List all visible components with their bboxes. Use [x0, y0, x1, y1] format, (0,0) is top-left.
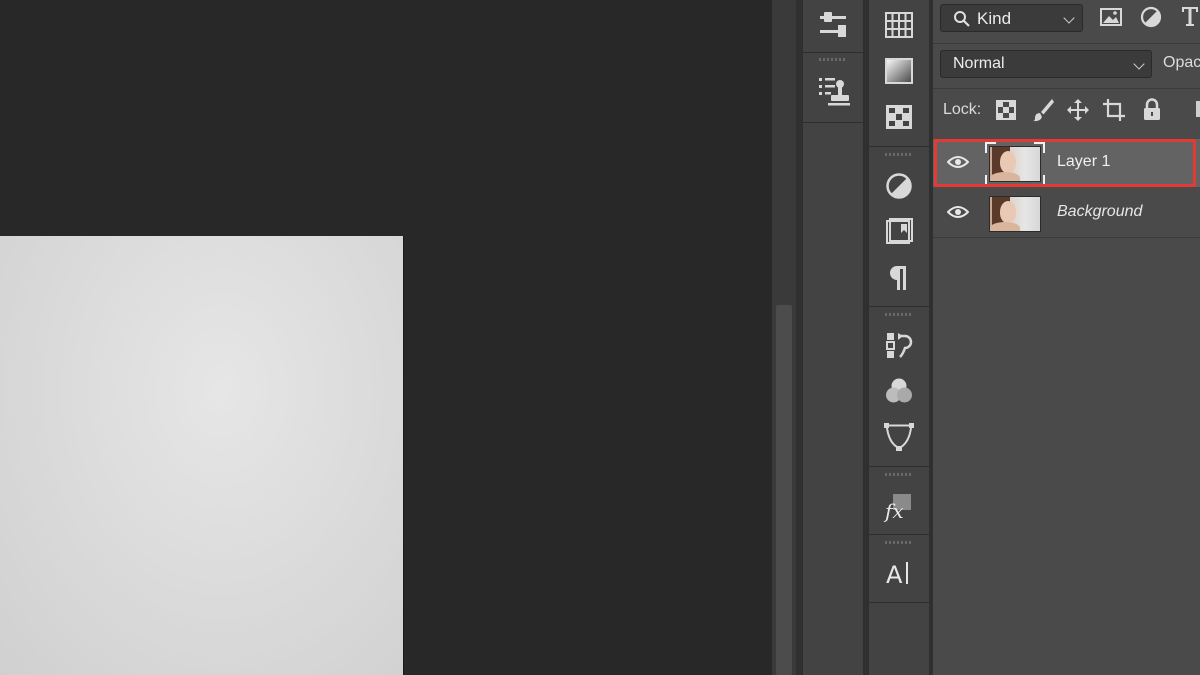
- patterns-button[interactable]: [869, 94, 929, 140]
- history-button[interactable]: [869, 322, 929, 368]
- panel-dock-a: [802, 0, 864, 675]
- adjustment-layer-icon: [1140, 6, 1162, 28]
- blend-mode-select[interactable]: Normal: [940, 50, 1152, 78]
- chevron-down-icon: [1133, 58, 1145, 70]
- lock-artboard-button[interactable]: [1102, 98, 1126, 127]
- checkerboard-icon: [996, 100, 1016, 120]
- svg-text:fx: fx: [883, 499, 904, 522]
- image-icon: [1100, 8, 1122, 26]
- panel-dock-b: fx A: [868, 0, 930, 675]
- opacity-label: Opac: [1163, 54, 1200, 71]
- channels-icon: [886, 378, 912, 403]
- clone-source-button[interactable]: [803, 68, 863, 114]
- history-icon: [886, 333, 913, 358]
- thumbnail-shoulder: [990, 222, 1020, 231]
- dock-separator: [869, 466, 929, 467]
- lock-icon: [1144, 98, 1160, 120]
- styles-button[interactable]: fx: [869, 484, 929, 530]
- scrollbar-thumb[interactable]: [776, 305, 792, 675]
- dock-separator: [803, 52, 863, 53]
- filter-kind-select[interactable]: Kind: [940, 4, 1083, 32]
- brush-icon: [1033, 99, 1054, 122]
- lock-transparent-pixels-button[interactable]: [996, 100, 1016, 125]
- chevron-down-icon: [1063, 12, 1075, 24]
- filter-kind-value: Kind: [977, 9, 1012, 28]
- selection-highlight-box: [934, 139, 1196, 187]
- libraries-icon: [886, 218, 913, 244]
- properties-sliders-icon: [820, 12, 846, 37]
- dock-grip[interactable]: [885, 153, 913, 156]
- thumbnail-face: [1000, 201, 1016, 223]
- filter-adjustment-layers-button[interactable]: [1140, 6, 1162, 33]
- eye-icon[interactable]: [947, 205, 969, 219]
- dock-separator: [869, 306, 929, 307]
- character-icon: A: [886, 561, 908, 588]
- document-canvas[interactable]: [0, 236, 403, 675]
- layer-thumbnail[interactable]: [989, 196, 1041, 232]
- dock-separator: [869, 146, 929, 147]
- patterns-icon: [886, 105, 912, 129]
- blend-mode-value: Normal: [953, 55, 1005, 72]
- filter-type-layers-button[interactable]: [1180, 4, 1200, 33]
- channels-button[interactable]: [869, 368, 929, 414]
- character-button[interactable]: A: [869, 550, 929, 596]
- move-icon: [1067, 99, 1089, 121]
- dock-grip[interactable]: [885, 541, 913, 544]
- dock-grip[interactable]: [819, 58, 847, 61]
- styles-fx-icon: fx: [883, 494, 911, 522]
- paths-button[interactable]: [869, 414, 929, 460]
- paths-icon: [884, 423, 914, 451]
- filter-pixel-layers-button[interactable]: [1100, 7, 1122, 32]
- lock-position-button[interactable]: [1066, 98, 1090, 127]
- properties-button[interactable]: [803, 3, 863, 49]
- fill-label-edge: [1196, 101, 1200, 117]
- dock-grip[interactable]: [885, 473, 913, 476]
- type-layer-icon: [1182, 7, 1198, 26]
- lock-label: Lock:: [943, 101, 982, 118]
- artboard-icon: [1103, 99, 1125, 121]
- svg-text:A: A: [886, 561, 903, 588]
- dock-separator: [869, 602, 929, 603]
- clone-source-icon: [819, 78, 850, 106]
- dock-separator: [869, 534, 929, 535]
- lock-image-pixels-button[interactable]: [1032, 98, 1054, 127]
- swatches-icon: [885, 12, 913, 38]
- layer-name[interactable]: Background: [1057, 203, 1142, 221]
- adjustments-icon: [886, 173, 912, 199]
- dock-separator: [803, 122, 863, 123]
- paragraph-button[interactable]: [869, 255, 929, 301]
- libraries-button[interactable]: [869, 209, 929, 255]
- search-icon: [954, 11, 970, 27]
- gradients-button[interactable]: [869, 48, 929, 94]
- gradient-icon: [885, 58, 913, 84]
- paragraph-icon: [890, 266, 906, 290]
- swatches-button[interactable]: [869, 2, 929, 48]
- adjustments-button[interactable]: [869, 163, 929, 209]
- dock-grip[interactable]: [885, 313, 913, 316]
- layer-row-background[interactable]: Background: [933, 189, 1200, 238]
- lock-all-button[interactable]: [1142, 98, 1162, 127]
